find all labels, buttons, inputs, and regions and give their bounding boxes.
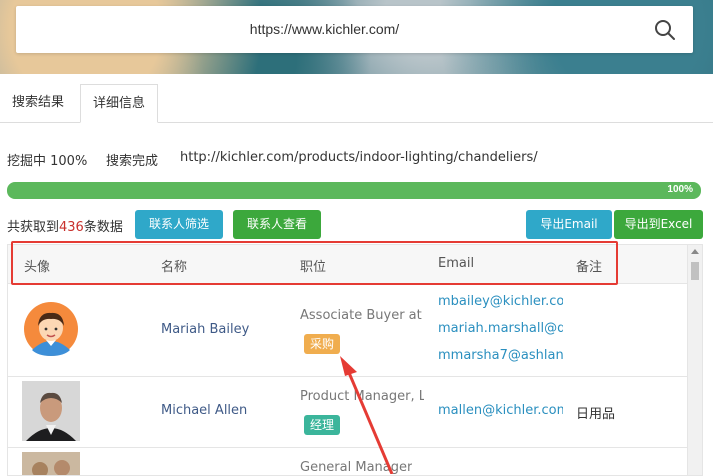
- contact-position: Associate Buyer at N: [300, 308, 424, 323]
- email-link[interactable]: mmarsha7@ashlanc: [438, 348, 563, 363]
- search-bar[interactable]: https://www.kichler.com/: [16, 6, 693, 53]
- table-row[interactable]: Mariah Bailey Associate Buyer at N 采购 mb…: [8, 284, 688, 377]
- role-tag: 采购: [304, 334, 341, 354]
- email-link[interactable]: mbailey@kichler.con: [438, 294, 563, 309]
- tab-bar: 搜索结果 详细信息: [0, 84, 713, 123]
- search-status: 搜索完成: [106, 154, 159, 169]
- contact-name: Mariah Bailey: [161, 322, 250, 337]
- avatar: [22, 452, 80, 475]
- contact-name: Michael Allen: [161, 403, 248, 418]
- count-suffix: 条数据: [83, 220, 123, 235]
- export-email-button[interactable]: 导出Email: [526, 210, 612, 239]
- filter-contacts-button[interactable]: 联系人筛选: [135, 210, 223, 239]
- contact-position: Product Manager, Li: [300, 389, 424, 404]
- result-count: 共获取到436条数据: [7, 216, 123, 235]
- export-excel-button[interactable]: 导出到Excel: [614, 210, 703, 239]
- scroll-up-arrow-icon[interactable]: [691, 249, 699, 254]
- tab-details[interactable]: 详细信息: [80, 84, 159, 123]
- contact-position: General Manager: [300, 460, 413, 475]
- email-link[interactable]: mallen@kichler.com: [438, 403, 563, 418]
- role-tag: 经理: [304, 415, 341, 435]
- avatar: [24, 302, 78, 356]
- table-row[interactable]: General Manager: [8, 448, 688, 475]
- header-highlight-box: [11, 241, 618, 285]
- table-row[interactable]: Michael Allen Product Manager, Li 经理 mal…: [8, 377, 688, 448]
- scroll-thumb[interactable]: [691, 262, 699, 280]
- view-contacts-button[interactable]: 联系人查看: [233, 210, 321, 239]
- avatar: [22, 381, 80, 441]
- current-url: http://kichler.com/products/indoor-light…: [180, 150, 538, 165]
- count-prefix: 共获取到: [7, 220, 60, 235]
- header-banner: https://www.kichler.com/: [0, 0, 713, 74]
- progress-label: 100%: [667, 184, 693, 195]
- contact-note: 日用品: [576, 407, 616, 422]
- progress-bar: 100%: [7, 182, 701, 199]
- mining-status: 挖掘中 100%: [7, 154, 88, 169]
- email-link[interactable]: mariah.marshall@di: [438, 321, 563, 336]
- search-icon[interactable]: [654, 19, 676, 41]
- tab-search-results[interactable]: 搜索结果: [0, 84, 76, 122]
- search-input[interactable]: https://www.kichler.com/: [16, 21, 633, 37]
- table-scrollbar[interactable]: [687, 245, 702, 475]
- count-number: 436: [59, 220, 84, 235]
